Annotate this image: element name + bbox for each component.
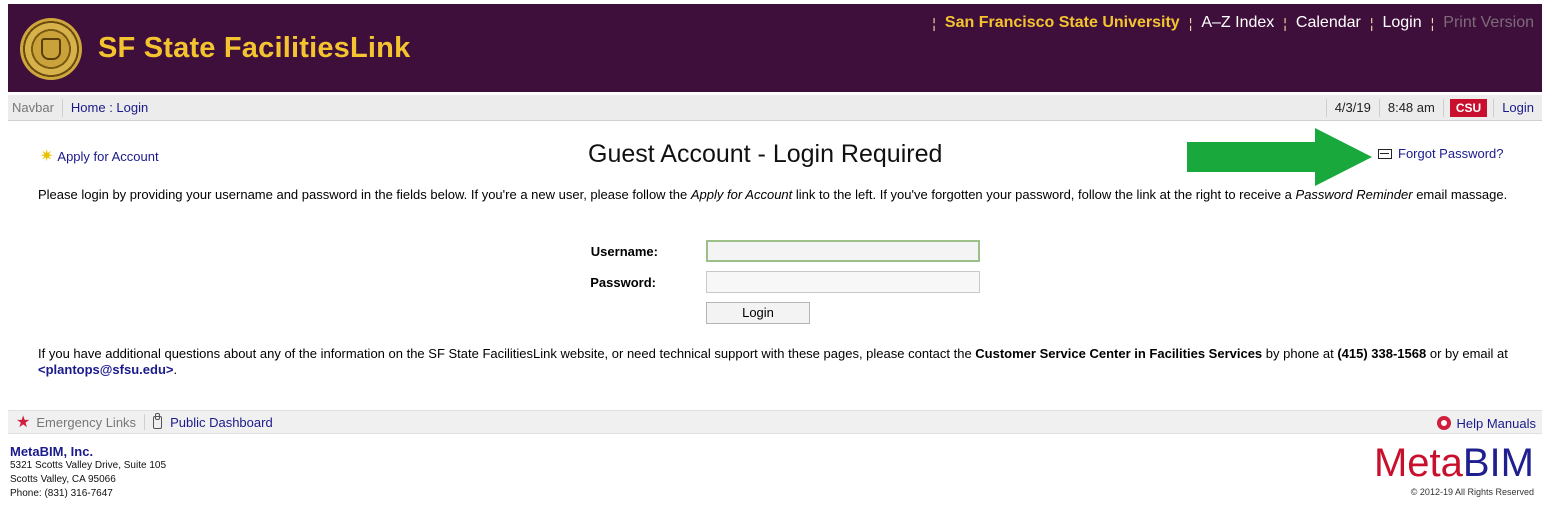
intro-text: Please login by providing your username … — [38, 187, 1508, 202]
apply-for-account-link[interactable]: ✷ Apply for Account — [40, 146, 159, 166]
link-calendar[interactable]: Calendar — [1296, 14, 1361, 32]
star-burst-icon: ✷ — [40, 148, 54, 165]
site-title[interactable]: SF State FacilitiesLink — [98, 32, 410, 65]
navbar-login-link[interactable]: Login — [1493, 99, 1542, 117]
navbar-label[interactable]: Navbar — [8, 98, 63, 117]
site-header: SF State FacilitiesLink ¦ San Francisco … — [8, 4, 1542, 92]
contact-text: If you have additional questions about a… — [38, 346, 1508, 377]
breadcrumb[interactable]: Home : Login — [63, 100, 148, 115]
lifebuoy-icon — [1436, 416, 1451, 430]
password-label: Password: — [590, 275, 656, 290]
forgot-password-label: Forgot Password? — [1398, 146, 1504, 161]
address-line-2: Scotts Valley, CA 95066 — [10, 474, 116, 485]
university-seal-logo[interactable] — [20, 18, 82, 80]
page-title: Guest Account - Login Required — [588, 140, 943, 168]
star-icon: ★ — [16, 414, 31, 431]
username-label: Username: — [590, 244, 658, 259]
navbar: Navbar Home : Login 4/3/19 8:48 am CSU L… — [8, 95, 1542, 121]
csu-badge[interactable]: CSU — [1449, 99, 1488, 117]
date-display: 4/3/19 — [1325, 99, 1379, 117]
forgot-password-link[interactable]: Forgot Password? — [1378, 146, 1504, 161]
public-dashboard-link[interactable]: Public Dashboard — [145, 412, 281, 430]
link-print-version[interactable]: Print Version — [1443, 14, 1534, 32]
emergency-links[interactable]: ★ Emergency Links — [8, 412, 144, 432]
apply-for-account-label: Apply for Account — [57, 148, 159, 164]
link-login-top[interactable]: Login — [1382, 14, 1421, 32]
time-display: 8:48 am — [1378, 99, 1443, 117]
company-info: MetaBIM, Inc. 5321 Scotts Valley Drive, … — [10, 444, 166, 501]
metabim-logo[interactable]: MetaBIM — [1374, 442, 1534, 484]
top-links: ¦ San Francisco State University ¦ A–Z I… — [932, 14, 1534, 32]
envelope-icon — [1378, 148, 1392, 159]
link-az-index[interactable]: A–Z Index — [1201, 14, 1274, 32]
clipboard-icon — [153, 412, 163, 429]
company-phone: Phone: (831) 316-7647 — [10, 488, 113, 499]
navbar-status: 4/3/19 8:48 am CSU Login — [1325, 95, 1542, 121]
password-input[interactable] — [706, 271, 980, 293]
footer-bar: ★ Emergency Links Public Dashboard Help … — [8, 410, 1542, 434]
address-line-1: 5321 Scotts Valley Drive, Suite 105 — [10, 460, 167, 471]
help-manuals-link[interactable]: Help Manuals — [1436, 411, 1536, 435]
copyright-text: © 2012-19 All Rights Reserved — [1410, 487, 1534, 497]
username-input[interactable] — [706, 240, 980, 262]
green-arrow-annotation — [1187, 128, 1372, 186]
login-button[interactable]: Login — [706, 302, 810, 324]
email-link[interactable]: <plantops@sfsu.edu> — [38, 362, 173, 377]
company-name[interactable]: MetaBIM, Inc. — [10, 444, 166, 459]
link-sfsu[interactable]: San Francisco State University — [945, 14, 1180, 32]
